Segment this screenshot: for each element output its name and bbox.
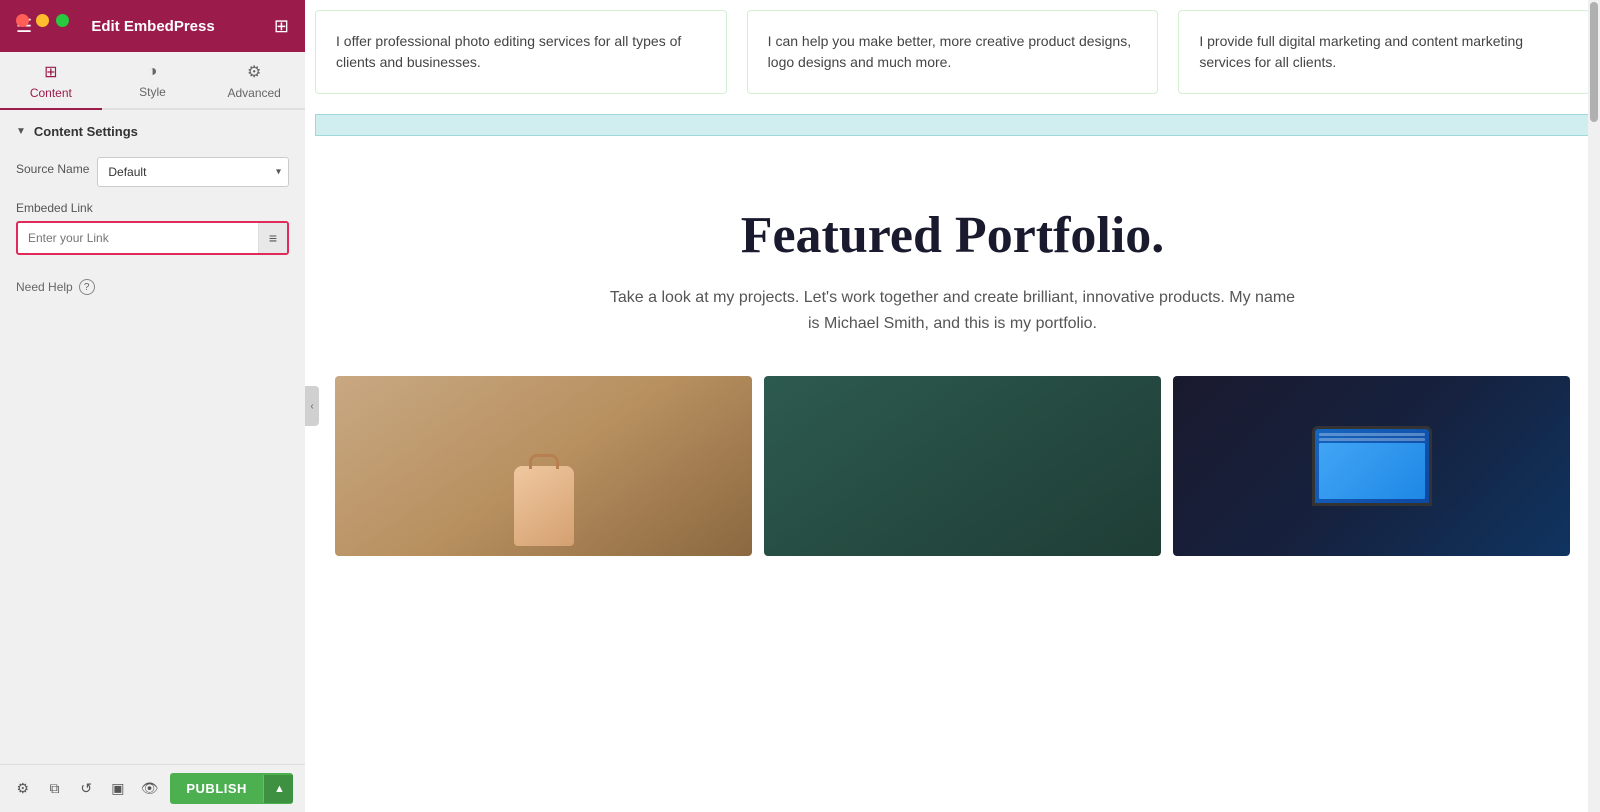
tab-content[interactable]: ⊞ Content bbox=[0, 52, 102, 108]
screen-image bbox=[1319, 443, 1425, 499]
service-card-1-text: I offer professional photo editing servi… bbox=[336, 31, 706, 73]
advanced-tab-icon: ⚙ bbox=[247, 62, 261, 82]
scrollbar[interactable] bbox=[1588, 0, 1600, 812]
settings-icon[interactable]: ⚙ bbox=[12, 778, 34, 800]
service-card-3-text: I provide full digital marketing and con… bbox=[1199, 31, 1569, 73]
content-settings-section[interactable]: ▼ Content Settings bbox=[0, 110, 305, 153]
screen-bar-1 bbox=[1319, 433, 1425, 436]
publish-dropdown-arrow[interactable]: ▲ bbox=[263, 775, 293, 803]
need-help-link[interactable]: Need Help ? bbox=[0, 267, 305, 307]
tab-style[interactable]: ◑ Style bbox=[102, 52, 204, 108]
responsive-icon[interactable]: ▣ bbox=[107, 778, 129, 800]
portfolio-card-2 bbox=[764, 376, 1161, 556]
macos-window-controls bbox=[16, 14, 69, 27]
portfolio-description: Take a look at my projects. Let's work t… bbox=[603, 285, 1303, 336]
maximize-button[interactable] bbox=[56, 14, 69, 27]
portfolio-title: Featured Portfolio. bbox=[325, 206, 1580, 265]
source-name-select-wrapper: Default ▾ bbox=[97, 157, 289, 187]
laptop-mockup bbox=[1312, 426, 1432, 506]
tab-advanced-label: Advanced bbox=[227, 86, 280, 100]
embed-link-action-icon: ≡ bbox=[269, 230, 277, 246]
grid-icon[interactable]: ⊞ bbox=[274, 16, 289, 37]
service-cards-section: I offer professional photo editing servi… bbox=[305, 0, 1600, 104]
bag-handle-illustration bbox=[529, 454, 559, 469]
publish-button-label: PUBLISH bbox=[170, 773, 263, 804]
bag-illustration bbox=[514, 466, 574, 546]
service-card-3: I provide full digital marketing and con… bbox=[1178, 10, 1590, 94]
content-tab-icon: ⊞ bbox=[44, 62, 57, 82]
style-tab-icon: ◑ bbox=[148, 63, 158, 81]
source-name-select[interactable]: Default bbox=[97, 157, 289, 187]
preview-icon[interactable]: 👁 bbox=[139, 778, 161, 800]
need-help-label: Need Help bbox=[16, 280, 73, 294]
embed-link-input-wrapper: ≡ bbox=[16, 221, 289, 255]
sidebar-tabs: ⊞ Content ◑ Style ⚙ Advanced bbox=[0, 52, 305, 110]
portfolio-grid bbox=[325, 376, 1580, 556]
close-button[interactable] bbox=[16, 14, 29, 27]
main-preview-area: I offer professional photo editing servi… bbox=[305, 0, 1600, 812]
service-card-2-text: I can help you make better, more creativ… bbox=[768, 31, 1138, 73]
sidebar: ☰ Edit EmbedPress ⊞ ⊞ Content ◑ Style ⚙ … bbox=[0, 0, 305, 812]
page-preview: I offer professional photo editing servi… bbox=[305, 0, 1600, 812]
portfolio-section: Featured Portfolio. Take a look at my pr… bbox=[305, 146, 1600, 596]
embed-link-label: Embeded Link bbox=[16, 201, 289, 215]
source-name-field-group: Source Name Default ▾ Embeded Link ≡ bbox=[0, 153, 305, 267]
layers-icon[interactable]: ⧉ bbox=[44, 778, 66, 800]
service-card-2: I can help you make better, more creativ… bbox=[747, 10, 1159, 94]
source-name-label: Source Name bbox=[16, 162, 89, 176]
tab-content-label: Content bbox=[30, 86, 72, 100]
laptop-screen bbox=[1315, 429, 1429, 503]
scrollbar-thumb[interactable] bbox=[1590, 2, 1598, 122]
sidebar-collapse-handle[interactable]: ‹ bbox=[305, 386, 319, 426]
screen-bar-2 bbox=[1319, 438, 1425, 441]
portfolio-card-3 bbox=[1173, 376, 1570, 556]
embed-link-input[interactable] bbox=[18, 223, 258, 253]
tab-advanced[interactable]: ⚙ Advanced bbox=[203, 52, 305, 108]
publish-button[interactable]: PUBLISH ▲ bbox=[170, 773, 293, 804]
portfolio-card-1 bbox=[335, 376, 752, 556]
sidebar-toolbar: ⚙ ⧉ ↺ ▣ 👁 PUBLISH ▲ bbox=[0, 764, 305, 812]
service-card-1: I offer professional photo editing servi… bbox=[315, 10, 727, 94]
content-settings-label: Content Settings bbox=[34, 124, 138, 139]
history-icon[interactable]: ↺ bbox=[75, 778, 97, 800]
sidebar-content: ▼ Content Settings Source Name Default ▾… bbox=[0, 110, 305, 764]
section-collapse-icon: ▼ bbox=[16, 126, 26, 137]
embed-link-action-button[interactable]: ≡ bbox=[258, 223, 287, 253]
embed-placeholder-bar bbox=[315, 114, 1590, 136]
source-name-row: Source Name Default ▾ bbox=[16, 157, 289, 187]
app-title: Edit EmbedPress bbox=[91, 18, 214, 35]
help-icon: ? bbox=[79, 279, 95, 295]
tab-style-label: Style bbox=[139, 85, 166, 99]
minimize-button[interactable] bbox=[36, 14, 49, 27]
